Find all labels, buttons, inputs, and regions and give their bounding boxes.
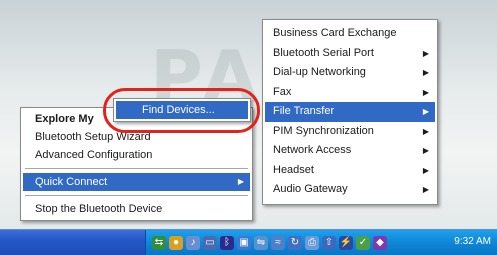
submenu-arrow-icon: ▶ [422,126,429,136]
antivirus-icon[interactable]: ✓ [356,236,370,250]
network-icon[interactable]: ⇆ [152,236,166,250]
submenu-arrow-icon: ▶ [237,177,244,186]
menu-item-advanced-configuration[interactable]: Advanced Configuration [23,146,250,164]
speaker-icon[interactable]: ♪ [186,236,200,250]
bluetooth-icon[interactable]: ᛒ [220,236,234,250]
menu-item-dial-up-networking[interactable]: Dial-up Networking ▶ [265,63,435,83]
submenu-arrow-icon: ▶ [422,165,429,175]
menu-item-bluetooth-serial-port[interactable]: Bluetooth Serial Port ▶ [265,44,435,64]
quick-connect-submenu: Find Devices... [113,98,251,122]
utility-icon[interactable]: ◆ [373,236,387,250]
submenu-arrow-icon: ▶ [422,68,429,77]
menu-item-quick-connect[interactable]: Quick Connect ▶ [23,173,250,191]
menu-item-pim-synchronization[interactable]: PIM Synchronization ▶ [265,122,435,142]
submenu-arrow-icon: ▶ [422,87,429,97]
menu-item-find-devices[interactable]: Find Devices... [116,101,248,119]
menu-item-label: File Transfer [273,105,335,117]
monitor-icon[interactable]: ▣ [237,236,251,250]
sync-icon[interactable]: ↻ [288,236,302,250]
system-tray: ⇆ ● ♪ ▭ ᛒ ▣ ⇋ ≈ ↻ ⎙ ⇧ ⚡ ✓ ◆ 9:32 AM [145,230,497,255]
services-menu: Business Card Exchange Bluetooth Serial … [262,19,438,205]
menu-item-label: Stop the Bluetooth Device [35,203,163,215]
bluetooth-context-menu: Explore My Bluetooth Setup Wizard Advanc… [20,107,253,221]
wireless-icon[interactable]: ≈ [271,236,285,250]
submenu-arrow-icon: ▶ [422,146,429,155]
display-icon[interactable]: ▭ [203,236,217,250]
submenu-arrow-icon: ▶ [422,107,429,116]
menu-item-file-transfer[interactable]: File Transfer ▶ [265,102,435,122]
menu-separator [25,168,248,169]
menu-item-fax[interactable]: Fax ▶ [265,83,435,103]
menu-item-label: Headset [273,163,314,176]
update-icon[interactable]: ⇧ [322,236,336,250]
menu-item-label: Business Card Exchange [273,27,397,39]
menu-item-label: Audio Gateway [273,183,348,195]
menu-item-label: Explore My [35,113,94,125]
menu-item-label: Quick Connect [35,176,108,188]
taskbar: ⇆ ● ♪ ▭ ᛒ ▣ ⇋ ≈ ↻ ⎙ ⇧ ⚡ ✓ ◆ 9:32 AM [0,229,497,255]
submenu-arrow-icon: ▶ [422,185,429,194]
menu-item-label: Find Devices... [142,104,215,116]
menu-item-label: Dial-up Networking [273,66,366,78]
security-icon[interactable]: ● [169,236,183,250]
menu-item-label: Fax [273,85,292,98]
power-icon[interactable]: ⚡ [339,236,353,250]
menu-separator [25,195,248,196]
menu-item-label: PIM Synchronization [273,124,374,137]
menu-item-network-access[interactable]: Network Access ▶ [265,141,435,161]
connection-icon[interactable]: ⇋ [254,236,268,250]
menu-item-label: Bluetooth Serial Port [273,46,374,59]
menu-item-headset[interactable]: Headset ▶ [265,161,435,181]
menu-item-business-card-exchange[interactable]: Business Card Exchange [265,24,435,44]
menu-item-setup-wizard[interactable]: Bluetooth Setup Wizard [23,128,250,146]
printer-icon[interactable]: ⎙ [305,236,319,250]
submenu-arrow-icon: ▶ [422,48,429,58]
menu-item-label: Network Access [273,144,352,156]
menu-item-label: Advanced Configuration [35,149,153,161]
menu-item-stop-bluetooth[interactable]: Stop the Bluetooth Device [23,200,250,218]
menu-item-label: Bluetooth Setup Wizard [35,131,151,143]
menu-item-audio-gateway[interactable]: Audio Gateway ▶ [265,180,435,200]
taskbar-clock[interactable]: 9:32 AM [454,236,491,247]
